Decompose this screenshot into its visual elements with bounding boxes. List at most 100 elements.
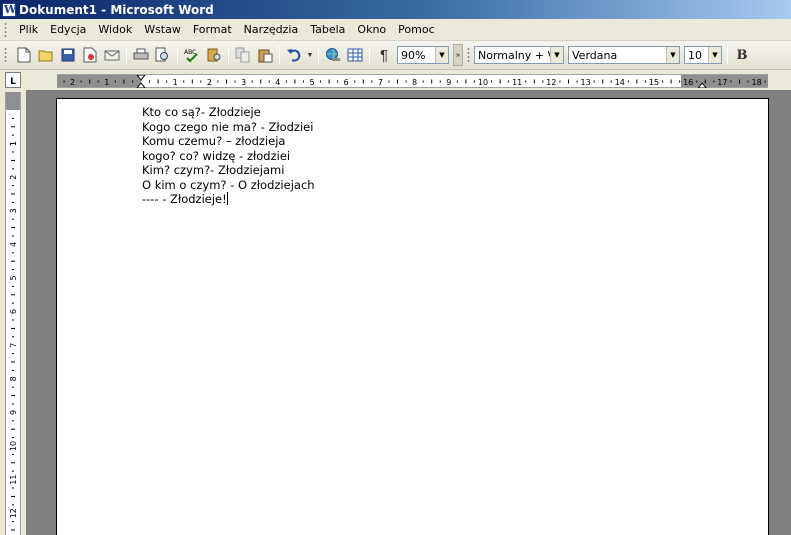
tab-selector-button[interactable]: L <box>5 72 21 88</box>
horizontal-ruler-bar: L 2 1 1 2 3 4 5 6 7 8 9 10 11 12 13 14 15 16 17 18 <box>0 70 791 90</box>
save-icon[interactable] <box>58 45 78 65</box>
title-bar: Dokument1 - Microsoft Word <box>0 0 791 19</box>
ruler-label: 16 <box>683 78 693 87</box>
chevron-down-icon[interactable]: ▼ <box>708 47 721 63</box>
open-folder-icon[interactable] <box>36 45 56 65</box>
menu-okno[interactable]: Okno <box>351 23 392 36</box>
font-size-value: 10 <box>688 48 702 62</box>
email-icon[interactable] <box>102 45 122 65</box>
svg-text:ABC: ABC <box>184 49 196 56</box>
ruler-label: 3 <box>241 78 246 87</box>
toolbar-separator <box>727 46 728 64</box>
text-line: Kto co są?- Złodzieje <box>142 105 261 119</box>
text-line: O kim o czym? - O złodziejach <box>142 177 315 192</box>
chevron-down-icon[interactable]: ▼ <box>550 47 563 63</box>
ruler-label: 1 <box>9 141 18 146</box>
menu-edycja[interactable]: Edycja <box>44 23 92 36</box>
toolbar-separator <box>369 46 370 64</box>
ruler-label: 14 <box>615 78 625 87</box>
zoom-combo[interactable]: 90% ▼ <box>397 46 449 64</box>
horizontal-ruler[interactable]: 2 1 1 2 3 4 5 6 7 8 9 10 11 12 13 14 15 16 17 18 <box>57 74 768 88</box>
menu-pomoc[interactable]: Pomoc <box>392 23 440 36</box>
toolbar-separator <box>177 46 178 64</box>
window-title: Dokument1 - Microsoft Word <box>19 2 214 17</box>
toolbar-separator <box>126 46 127 64</box>
menu-wstaw[interactable]: Wstaw <box>138 23 187 36</box>
menu-bar-grip-icon[interactable] <box>4 21 7 38</box>
chevron-down-icon[interactable]: ▼ <box>666 47 679 63</box>
font-size-combo[interactable]: 10 ▼ <box>684 46 722 64</box>
print-icon[interactable] <box>131 45 151 65</box>
menu-bar: Plik Edycja Widok Wstaw Format Narzędzia… <box>0 19 791 41</box>
permission-icon[interactable] <box>80 45 100 65</box>
ruler-label: 9 <box>446 78 451 87</box>
copy-icon[interactable] <box>233 45 253 65</box>
font-combo[interactable]: Verdana ▼ <box>568 46 680 64</box>
standard-toolbar: ABC ▼ ¶ 90% ▼ » Normalny + Ver ▼ Verdana… <box>0 41 791 70</box>
text-line: Kogo czego nie ma? - Złodziei <box>142 119 314 134</box>
document-area: Kto co są?- Złodzieje Kogo czego nie ma?… <box>26 90 791 535</box>
ruler-top-margin <box>6 92 20 110</box>
bold-button[interactable]: B <box>732 45 752 65</box>
word-doc-icon[interactable] <box>2 2 16 17</box>
left-indent-marker[interactable] <box>136 82 146 88</box>
ruler-label: 6 <box>9 309 18 314</box>
ruler-label: 2 <box>207 78 212 87</box>
formatting-toolbar-grip-icon[interactable] <box>467 47 470 63</box>
ruler-label: 5 <box>9 275 18 280</box>
ruler-label: 10 <box>9 441 18 451</box>
menu-format[interactable]: Format <box>187 23 238 36</box>
text-line: Komu czemu? – złodzieja <box>142 134 286 148</box>
ruler-label: 9 <box>9 410 18 415</box>
document-text[interactable]: Kto co są?- Złodzieje Kogo czego nie ma?… <box>142 105 315 207</box>
paste-icon[interactable] <box>255 45 275 65</box>
first-line-indent-marker[interactable] <box>136 75 146 81</box>
ruler-label: 4 <box>9 242 18 247</box>
ruler-label: 8 <box>412 78 417 87</box>
menu-narzedzia[interactable]: Narzędzia <box>238 23 305 36</box>
menu-widok[interactable]: Widok <box>92 23 138 36</box>
ruler-label: 7 <box>9 343 18 348</box>
ruler-label: 11 <box>512 78 522 87</box>
font-value: Verdana <box>572 48 618 62</box>
ruler-label: 2 <box>70 78 75 87</box>
vertical-ruler[interactable]: 1 1 2 3 4 5 6 7 8 9 10 11 12 <box>5 92 21 535</box>
document-page[interactable]: Kto co są?- Złodzieje Kogo czego nie ma?… <box>56 98 769 535</box>
right-indent-marker[interactable] <box>697 82 707 88</box>
ruler-label: 8 <box>9 376 18 381</box>
toolbar-grip-icon[interactable] <box>4 47 7 63</box>
text-line: ---- - Złodzieje! <box>142 192 227 206</box>
ruler-label: 12 <box>9 508 18 518</box>
ruler-scale: 2 1 1 2 3 4 5 6 7 8 9 10 11 12 13 14 15 16 17 18 <box>63 75 766 88</box>
vertical-ruler-scale: 1123456789101112 <box>9 117 18 531</box>
text-line-last: ---- - Złodzieje! <box>142 192 315 207</box>
undo-dropdown-icon[interactable]: ▼ <box>306 45 314 65</box>
style-combo[interactable]: Normalny + Ver ▼ <box>474 46 564 64</box>
zoom-value: 90% <box>401 48 426 62</box>
ruler-label: 6 <box>344 78 349 87</box>
chevron-down-icon[interactable]: ▼ <box>435 47 448 63</box>
show-formatting-button[interactable]: ¶ <box>374 45 394 65</box>
print-preview-icon[interactable] <box>153 45 173 65</box>
ruler-label: 4 <box>275 78 280 87</box>
ruler-label: 3 <box>9 208 18 213</box>
toolbar-separator <box>318 46 319 64</box>
ruler-label: 5 <box>309 78 314 87</box>
undo-icon[interactable] <box>284 45 304 65</box>
table-icon[interactable] <box>345 45 365 65</box>
menu-tabela[interactable]: Tabela <box>304 23 351 36</box>
toolbar-separator <box>279 46 280 64</box>
new-document-icon[interactable] <box>14 45 34 65</box>
hyperlink-icon[interactable] <box>323 45 343 65</box>
ruler-label: 17 <box>717 78 727 87</box>
spelling-icon[interactable]: ABC <box>182 45 202 65</box>
text-line: Kim? czym?- Złodziejami <box>142 163 285 177</box>
ruler-label: 7 <box>378 78 383 87</box>
toolbar-overflow-icon[interactable]: » <box>453 44 463 66</box>
toolbar-separator <box>228 46 229 64</box>
ruler-label: 10 <box>478 78 488 87</box>
text-caret <box>226 192 228 205</box>
ruler-label: 12 <box>546 78 556 87</box>
menu-plik[interactable]: Plik <box>13 23 44 36</box>
research-icon[interactable] <box>204 45 224 65</box>
